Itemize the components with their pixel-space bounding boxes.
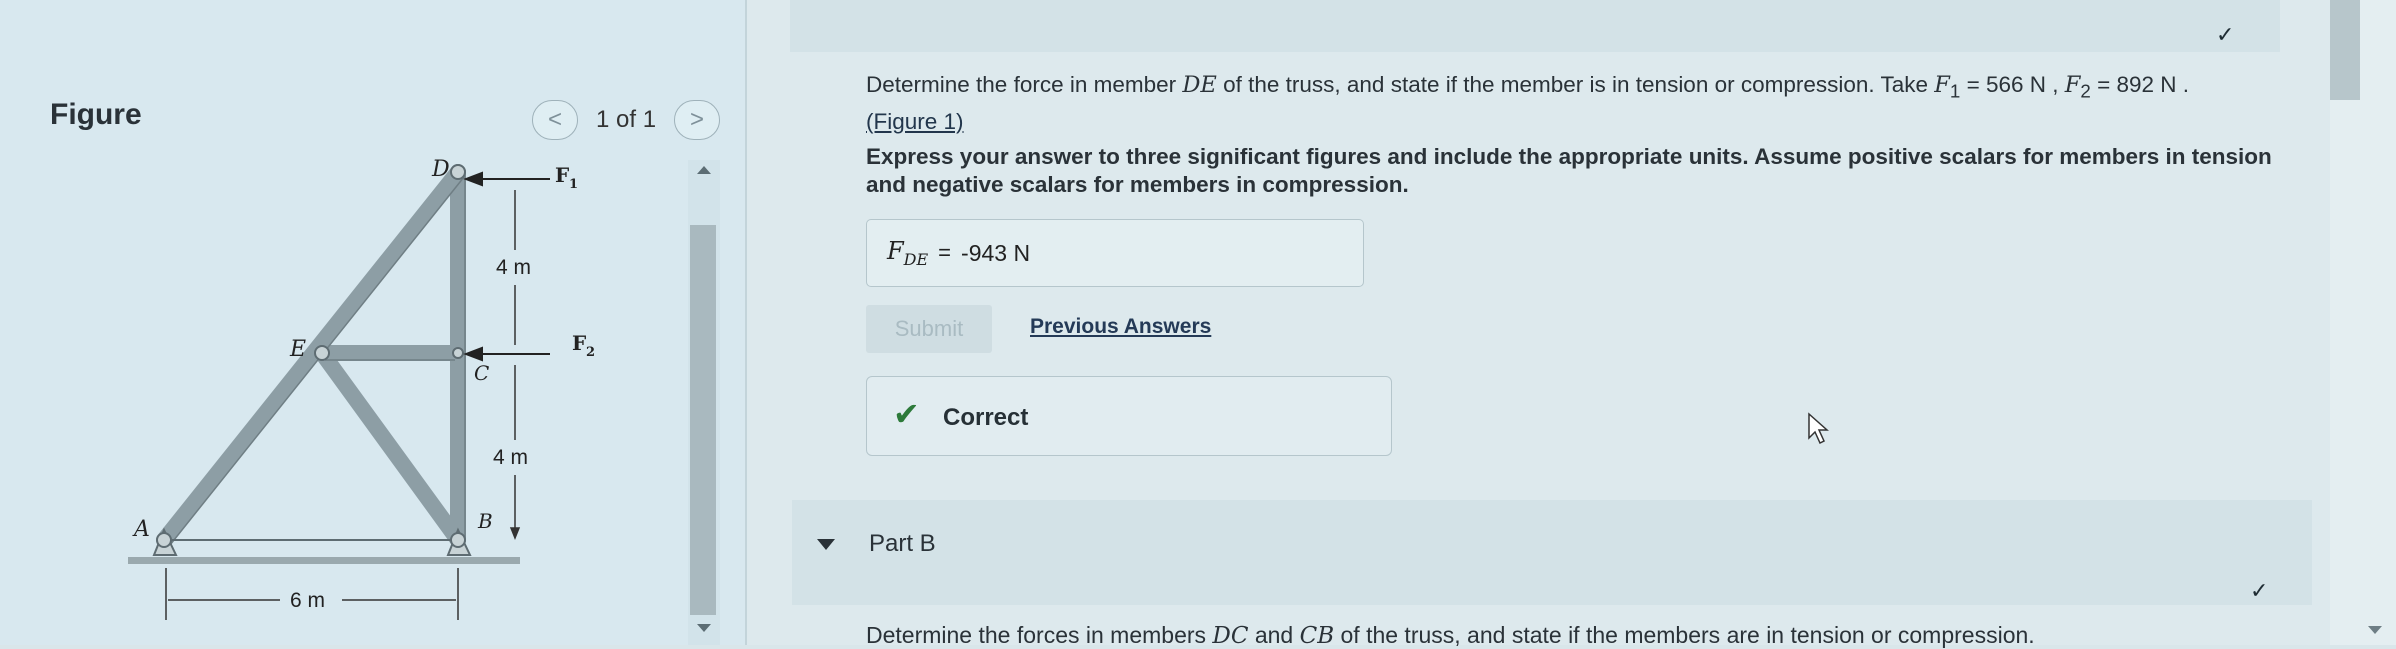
label-f2-sub: 2 [586,345,595,360]
page-scrollbar-thumb[interactable] [2330,0,2360,100]
answer-label: FDE [887,237,929,269]
page-scroll-down-arrow-icon[interactable] [2368,626,2382,634]
collapse-triangle-icon[interactable] [817,539,835,550]
prev-figure-button[interactable]: < [532,100,578,140]
correct-check-icon: ✔ [893,396,920,432]
label-a: A [132,517,150,542]
dim-base-label: 6 m [290,589,325,612]
part-b-complete-check-icon: ✓ [2250,578,2269,603]
label-f2: F [572,331,586,355]
next-figure-button[interactable]: > [674,100,721,140]
feedback-box: ✔ Correct [866,376,1392,456]
answer-instructions: Express your answer to three significant… [866,144,2272,197]
joint-a [156,532,172,548]
ground-support [128,557,520,564]
label-e: E [289,337,306,362]
joint-c [452,347,464,359]
answer-equals: = [938,240,952,265]
figure-link[interactable]: (Figure 1) [866,109,964,134]
part-a-header [790,0,2280,52]
label-d: D [431,157,450,182]
figure-pager: < 1 of 1 > [532,100,721,140]
truss-diagram: D E C B A F 1 F 2 4 m 4 m 6 m [128,157,595,620]
dim-bottom-label: 4 m [493,446,528,469]
answer-value: -943 N [961,239,1031,266]
scroll-up-arrow-icon[interactable] [697,166,711,174]
answer-field[interactable]: FDE = -943 N [866,219,1364,287]
part-b-header[interactable] [792,500,2312,605]
joint-b [450,532,466,548]
scroll-down-arrow-icon[interactable] [697,624,711,632]
figure-title: Figure [50,98,142,131]
previous-answers-link[interactable]: Previous Answers [1030,315,1211,339]
figure-scrollbar-thumb[interactable] [690,225,716,615]
figure-counter: 1 of 1 [596,106,657,133]
joint-d [450,164,466,180]
question-text: Determine the force in member DE of the … [866,72,2190,134]
feedback-text: Correct [943,404,1029,431]
part-b-title[interactable]: Part B [869,530,936,558]
label-f1: F [555,163,569,187]
part-a-complete-check-icon: ✓ [2216,22,2235,47]
joint-e [314,345,330,361]
mouse-cursor-icon [1808,412,1829,445]
label-c: C [474,361,489,385]
member-eb [314,345,466,548]
label-f1-sub: 1 [569,177,578,192]
dim-top-label: 4 m [496,256,531,279]
member-de: DE [1182,72,1217,98]
label-b: B [477,509,493,533]
submit-button[interactable]: Submit [866,305,992,353]
